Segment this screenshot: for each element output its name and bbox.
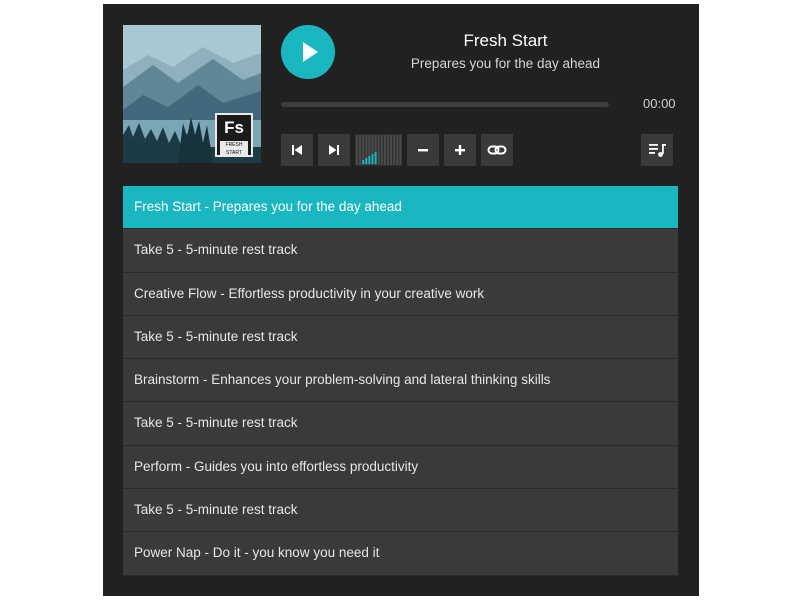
volume-bar-level — [374, 152, 377, 164]
audio-player: Fs FRESH START Fresh Start Prepares you … — [103, 4, 699, 596]
time-readout: 00:00 — [643, 96, 676, 111]
next-track-button[interactable] — [318, 134, 350, 166]
track-subtitle: Prepares you for the day ahead — [410, 56, 601, 71]
playlist-item-fresh-start[interactable]: Fresh Start - Prepares you for the day a… — [123, 186, 678, 230]
volume-bar-track — [359, 135, 362, 165]
progress-bar[interactable] — [281, 102, 609, 107]
volume-bar-track — [356, 135, 358, 165]
album-logo-caption: FRESH START — [220, 141, 248, 157]
volume-bar-track — [380, 135, 383, 165]
volume-bar-track — [393, 135, 396, 165]
volume-bar-level — [368, 156, 371, 164]
skip-previous-icon — [292, 145, 302, 155]
playlist-item-take-5[interactable]: Take 5 - 5-minute rest track — [123, 315, 678, 360]
volume-down-button[interactable] — [407, 134, 439, 166]
volume-bar-track — [396, 135, 399, 165]
loop-icon — [487, 145, 507, 155]
playlist: Fresh Start - Prepares you for the day a… — [123, 186, 678, 576]
playlist-music-icon — [649, 144, 666, 157]
playlist-item-power-nap[interactable]: Power Nap - Do it - you know you need it — [123, 532, 678, 576]
playlist-item-take-5[interactable]: Take 5 - 5-minute rest track — [123, 489, 678, 533]
play-icon — [303, 42, 318, 62]
album-logo-letters: Fs — [224, 118, 244, 137]
album-logo-badge: Fs FRESH START — [215, 113, 253, 157]
skip-next-icon — [329, 145, 339, 155]
album-art: Fs FRESH START — [123, 25, 261, 163]
volume-bar-level — [371, 154, 374, 164]
previous-track-button[interactable] — [281, 134, 313, 166]
playlist-item-take-5[interactable]: Take 5 - 5-minute rest track — [123, 229, 678, 273]
volume-bar-track — [399, 135, 402, 165]
volume-bar-track — [383, 135, 386, 165]
volume-bar-track — [377, 135, 380, 165]
volume-bar-track — [387, 135, 389, 165]
plus-icon — [455, 145, 465, 155]
playlist-item-perform[interactable]: Perform - Guides you into effortless pro… — [123, 445, 678, 490]
volume-bar-level — [365, 158, 368, 164]
minus-icon — [418, 149, 428, 152]
volume-meter[interactable] — [355, 134, 402, 166]
playlist-item-creative-flow[interactable]: Creative Flow - Effortless productivity … — [123, 272, 678, 316]
loop-button[interactable] — [481, 134, 513, 166]
playlist-item-take-5[interactable]: Take 5 - 5-minute rest track — [123, 402, 678, 446]
volume-up-button[interactable] — [444, 134, 476, 166]
playlist-toggle-button[interactable] — [641, 134, 673, 166]
volume-bar-track — [390, 135, 393, 165]
play-button[interactable] — [281, 25, 335, 79]
playlist-item-brainstorm[interactable]: Brainstorm - Enhances your problem-solvi… — [123, 359, 678, 403]
volume-bar-level — [362, 160, 365, 164]
volume-bars-icon — [356, 135, 402, 165]
track-title: Fresh Start — [463, 31, 548, 50]
